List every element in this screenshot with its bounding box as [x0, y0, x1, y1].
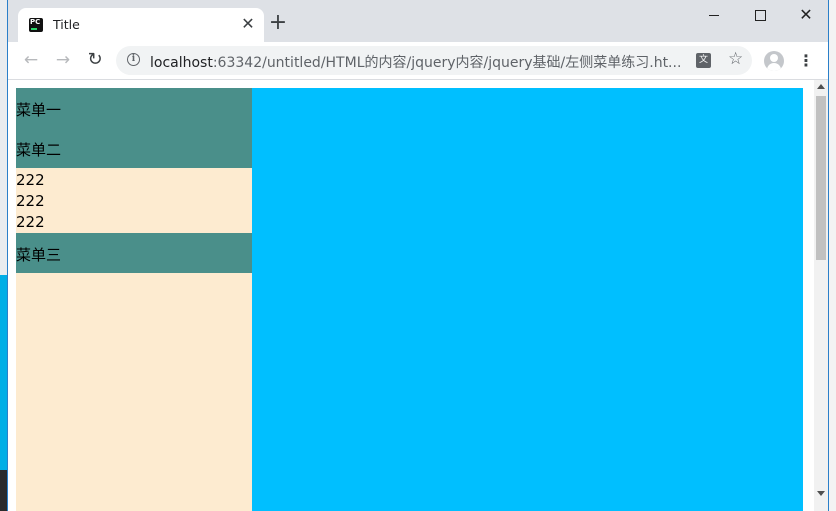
minimize-icon[interactable]	[691, 4, 737, 26]
browser-window: PC Title ✕ + ✕ ← → ↻ i localhost:63342/u…	[7, 0, 829, 511]
url-host: localhost	[150, 55, 213, 71]
menu-header-1[interactable]: 菜单一	[16, 88, 252, 128]
submenu-item[interactable]: 222	[16, 170, 252, 191]
scroll-down-icon[interactable]	[817, 491, 825, 496]
menu-header-3[interactable]: 菜单三	[16, 233, 252, 273]
tab-strip: PC Title ✕ + ✕	[8, 0, 828, 42]
address-bar[interactable]: i localhost:63342/untitled/HTML的内容/jquer…	[116, 46, 752, 75]
forward-icon[interactable]: →	[51, 48, 75, 72]
desktop-right-edge	[829, 0, 836, 511]
submenu-item[interactable]: 222	[16, 191, 252, 212]
star-icon[interactable]: ☆	[728, 49, 743, 69]
desktop-left-edge-dark	[0, 470, 7, 511]
new-tab-icon[interactable]: +	[267, 12, 289, 35]
submenu-item[interactable]: 222	[16, 212, 252, 233]
translate-icon[interactable]: 文	[696, 53, 711, 68]
window-close-icon[interactable]: ✕	[783, 4, 828, 26]
vertical-scrollbar[interactable]	[814, 80, 828, 511]
reload-icon[interactable]: ↻	[83, 48, 107, 72]
desktop-left-edge	[0, 0, 7, 511]
browser-toolbar: ← → ↻ i localhost:63342/untitled/HTML的内容…	[8, 42, 828, 80]
back-icon[interactable]: ←	[19, 48, 43, 72]
submenu-2: 222 222 222	[16, 168, 252, 233]
menu-icon[interactable]: ⋮	[797, 49, 815, 73]
close-icon[interactable]: ✕	[239, 15, 257, 33]
scroll-up-icon[interactable]	[817, 84, 825, 89]
tab-title: Title	[53, 17, 80, 32]
profile-icon[interactable]	[764, 51, 784, 71]
menu-header-2[interactable]: 菜单二	[16, 128, 252, 168]
maximize-icon[interactable]	[737, 4, 783, 26]
info-icon[interactable]: i	[127, 53, 140, 66]
left-menu: 菜单一 菜单二 222 222 222 菜单三	[16, 88, 252, 511]
url-text[interactable]: localhost:63342/untitled/HTML的内容/jquery内…	[150, 52, 690, 72]
page-viewport: 菜单一 菜单二 222 222 222 菜单三	[8, 80, 814, 511]
desktop-left-edge-blue	[0, 275, 7, 470]
browser-tab[interactable]: PC Title ✕	[18, 8, 264, 42]
scroll-thumb[interactable]	[816, 96, 826, 260]
content-area	[252, 88, 803, 511]
url-path: :63342/untitled/HTML的内容/jquery内容/jquery基…	[212, 55, 682, 71]
favicon-icon: PC	[29, 18, 43, 32]
